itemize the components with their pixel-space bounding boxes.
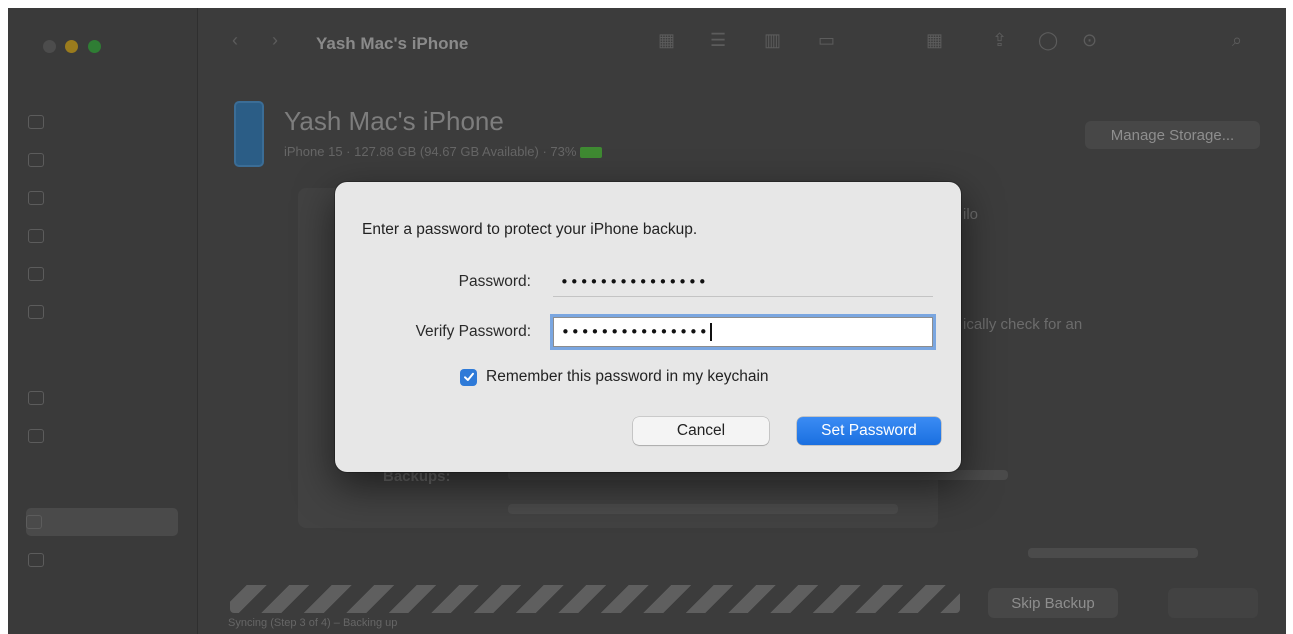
sidebar-item[interactable]: [28, 384, 188, 412]
text-caret: [709, 323, 712, 341]
background-text-line: [1028, 548, 1198, 558]
sidebar-item[interactable]: [28, 108, 188, 136]
sidebar-item-icon: [28, 229, 44, 243]
sidebar-item-icon: [28, 553, 44, 567]
zoom-window-button[interactable]: [88, 40, 101, 53]
device-name: Yash Mac's iPhone: [284, 106, 504, 136]
action-icon[interactable]: ⊙: [1082, 30, 1097, 51]
back-chevron-icon[interactable]: ‹: [232, 30, 238, 51]
finder-window: ‹ › Yash Mac's iPhone ▦ ☰ ▥ ▭ ▦ ⇪ ◯ ⊙ ⌕ …: [8, 8, 1286, 634]
cancel-button[interactable]: Cancel: [633, 417, 769, 445]
share-icon[interactable]: ⇪: [992, 30, 1007, 51]
remember-password-option[interactable]: Remember this password in my keychain: [460, 368, 769, 386]
dialog-message: Enter a password to protect your iPhone …: [362, 221, 698, 238]
minimize-window-button[interactable]: [65, 40, 78, 53]
sidebar-item-icon: [28, 391, 44, 405]
verify-password-field[interactable]: •••••••••••••••: [553, 317, 933, 347]
checkmark-icon: [463, 372, 474, 381]
sidebar-item[interactable]: [28, 546, 188, 574]
remember-password-checkbox[interactable]: [460, 368, 477, 386]
sidebar-item[interactable]: [28, 184, 188, 212]
remember-password-label: Remember this password in my keychain: [486, 368, 769, 385]
forward-chevron-icon[interactable]: ›: [272, 30, 278, 51]
sidebar-item[interactable]: [28, 146, 188, 174]
search-icon[interactable]: ⌕: [1232, 30, 1242, 51]
tag-icon[interactable]: ◯: [1038, 30, 1058, 51]
sidebar-item-icon: [28, 153, 44, 167]
gallery-view-icon[interactable]: ▭: [818, 30, 835, 51]
phone-icon: [26, 515, 42, 529]
close-window-button[interactable]: [43, 40, 56, 53]
sidebar-item[interactable]: [28, 298, 188, 326]
sidebar-item[interactable]: [28, 222, 188, 250]
sidebar: [8, 8, 198, 634]
background-text: ilo: [963, 206, 979, 223]
password-label: Password:: [458, 273, 531, 290]
battery-icon: [580, 147, 603, 159]
set-password-button[interactable]: Set Password: [797, 417, 941, 445]
device-details-text: iPhone 15 · 127.88 GB (94.67 GB Availabl…: [284, 144, 577, 159]
verify-password-label: Verify Password:: [415, 323, 531, 340]
sync-progress-bar: [230, 585, 960, 613]
sidebar-item-icon: [28, 429, 44, 443]
sidebar-item[interactable]: [28, 422, 188, 450]
password-dialog: Enter a password to protect your iPhone …: [335, 182, 961, 472]
verify-password-value: •••••••••••••••: [561, 323, 709, 341]
sidebar-item-icon: [28, 115, 44, 129]
device-details: iPhone 15 · 127.88 GB (94.67 GB Availabl…: [284, 144, 603, 159]
sidebar-item[interactable]: [28, 260, 188, 288]
sync-button[interactable]: [1168, 588, 1258, 618]
manage-storage-button[interactable]: Manage Storage...: [1085, 121, 1260, 149]
group-icon[interactable]: ▦: [926, 30, 943, 51]
password-field[interactable]: •••••••••••••••: [553, 267, 933, 297]
list-view-icon[interactable]: ☰: [710, 30, 726, 51]
sidebar-item-selected-device[interactable]: [26, 508, 178, 536]
password-value: •••••••••••••••: [560, 272, 708, 291]
sidebar-item-icon: [28, 305, 44, 319]
skip-backup-button[interactable]: Skip Backup: [988, 588, 1118, 618]
column-view-icon[interactable]: ▥: [764, 30, 781, 51]
toolbar: ‹ › Yash Mac's iPhone ▦ ☰ ▥ ▭ ▦ ⇪ ◯ ⊙ ⌕: [198, 8, 1286, 84]
background-text: ically check for an: [963, 316, 1083, 333]
sync-status: Syncing (Step 3 of 4) – Backing up: [228, 617, 398, 629]
background-text-line: [508, 504, 898, 514]
window-title: Yash Mac's iPhone: [316, 34, 469, 53]
sidebar-item-icon: [28, 267, 44, 281]
iphone-device-icon: [234, 101, 264, 167]
icon-view-icon[interactable]: ▦: [658, 30, 675, 51]
sidebar-item-icon: [28, 191, 44, 205]
